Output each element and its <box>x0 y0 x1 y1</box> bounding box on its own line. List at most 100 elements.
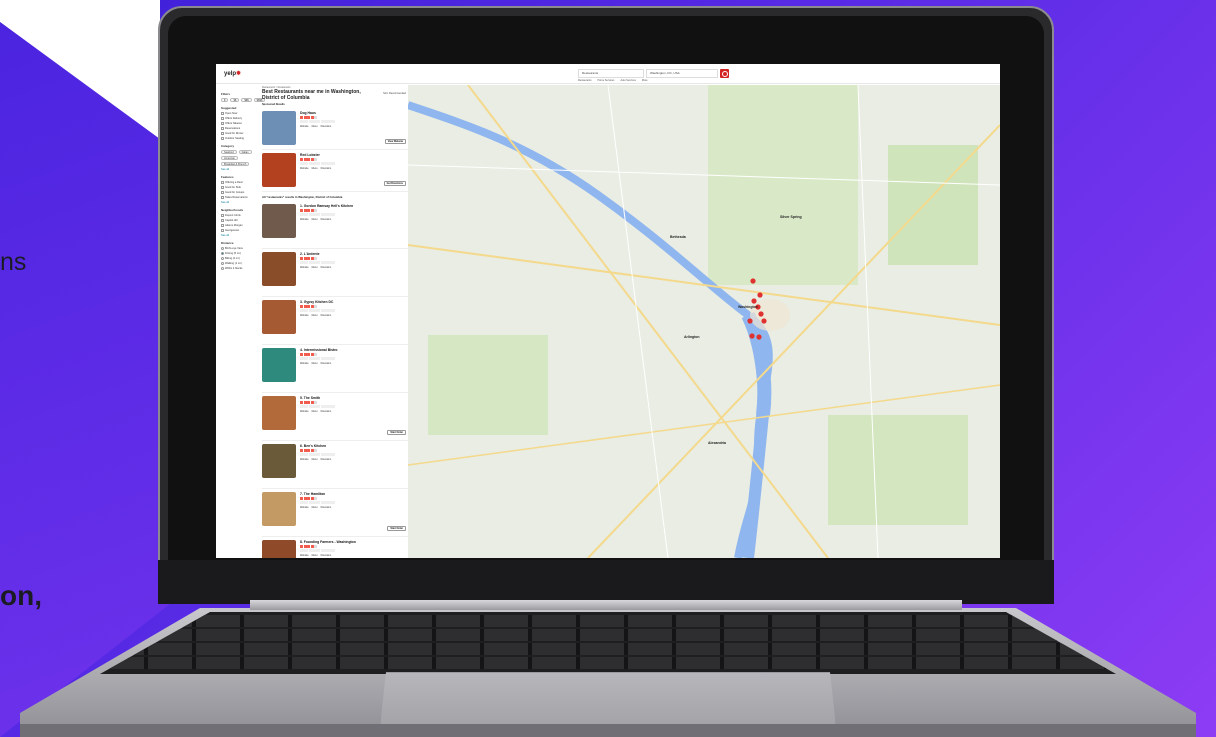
sort-dropdown[interactable]: Sort: Recommended <box>383 92 406 95</box>
card-action[interactable]: Directions <box>321 218 332 221</box>
category-tag[interactable] <box>300 309 308 312</box>
card-action[interactable]: Menu <box>312 458 318 461</box>
radio[interactable] <box>221 247 224 250</box>
category-tag[interactable] <box>321 357 335 360</box>
category-tag[interactable] <box>321 261 335 264</box>
filter-radio[interactable]: Walking (1 mi.) <box>221 262 259 265</box>
restaurant-photo[interactable] <box>262 348 296 382</box>
filter-radio[interactable]: Bird's-eye View <box>221 247 259 250</box>
price-option[interactable]: $ <box>221 98 229 102</box>
checkbox[interactable] <box>221 191 224 194</box>
category-tag[interactable] <box>309 213 320 216</box>
card-action[interactable]: Directions <box>321 167 332 170</box>
category-tag[interactable] <box>300 261 308 264</box>
card-action[interactable]: Directions <box>321 506 332 509</box>
card-action[interactable]: Directions <box>321 266 332 269</box>
checkbox[interactable] <box>221 127 224 130</box>
category-tag[interactable] <box>300 501 308 504</box>
category-tag[interactable] <box>300 120 308 123</box>
filter-checkbox[interactable]: Georgetown <box>221 229 259 232</box>
category-tag[interactable] <box>309 261 320 264</box>
subnav-item[interactable]: Home Services <box>597 79 614 84</box>
card-cta-button[interactable]: Start Order <box>387 430 406 435</box>
result-card[interactable]: Red Lobster Website Menu Directions Get Dire… <box>262 150 408 192</box>
filter-checkbox[interactable]: Good for Groups <box>221 191 259 194</box>
category-tag[interactable] <box>309 309 320 312</box>
radio[interactable] <box>221 267 224 270</box>
price-option[interactable]: $$ <box>230 98 240 102</box>
checkbox[interactable] <box>221 137 224 140</box>
search-button[interactable] <box>720 69 729 78</box>
card-action[interactable]: Directions <box>321 314 332 317</box>
filter-checkbox[interactable]: Capitol Hill <box>221 219 259 222</box>
category-tag[interactable] <box>300 357 308 360</box>
see-all-link[interactable]: See all <box>221 201 259 204</box>
restaurant-photo[interactable] <box>262 204 296 238</box>
filter-radio[interactable]: Within 4 blocks <box>221 267 259 270</box>
restaurant-name[interactable]: 3. Gypsy Kitchen DC <box>300 300 408 304</box>
result-card[interactable]: 5. The Smith Website Menu Directions Start O… <box>262 393 408 441</box>
restaurant-photo[interactable] <box>262 153 296 187</box>
category-pill[interactable]: Italian <box>238 150 252 154</box>
result-card[interactable]: Dog Haus Website Menu Directions View Websit… <box>262 108 408 150</box>
card-action[interactable]: Website <box>300 218 309 221</box>
restaurant-name[interactable]: 7. The Hamilton <box>300 492 408 496</box>
checkbox[interactable] <box>221 112 224 115</box>
radio[interactable] <box>221 262 224 265</box>
restaurant-name[interactable]: Red Lobster <box>300 153 408 157</box>
card-cta-button[interactable]: View Website <box>384 139 406 144</box>
restaurant-photo[interactable] <box>262 396 296 430</box>
filter-checkbox[interactable]: Offering a Deal <box>221 181 259 184</box>
card-action[interactable]: Directions <box>321 125 332 128</box>
subnav-item[interactable]: More <box>642 79 648 84</box>
result-card[interactable]: 7. The Hamilton Website Menu Directions Star… <box>262 489 408 537</box>
result-card[interactable]: 1. Gordon Ramsay Hell's Kitchen Website Me… <box>262 201 408 249</box>
category-tag[interactable] <box>300 453 308 456</box>
restaurant-photo[interactable] <box>262 300 296 334</box>
filter-checkbox[interactable]: Good for Kids <box>221 186 259 189</box>
restaurant-name[interactable]: 8. Founding Farmers - Washington <box>300 540 408 544</box>
result-card[interactable]: 4. Intermissional Bistro Website Menu Direc… <box>262 345 408 393</box>
category-tag[interactable] <box>321 309 335 312</box>
card-cta-button[interactable]: Get Directions <box>383 181 406 186</box>
card-action[interactable]: Website <box>300 125 309 128</box>
checkbox[interactable] <box>221 196 224 199</box>
category-tag[interactable] <box>300 405 308 408</box>
checkbox[interactable] <box>221 122 224 125</box>
restaurant-name[interactable]: Dog Haus <box>300 111 408 115</box>
card-cta-button[interactable]: Start Order <box>387 526 406 531</box>
price-option[interactable]: $$$ <box>241 98 252 102</box>
card-action[interactable]: Menu <box>312 362 318 365</box>
restaurant-name[interactable]: 2. L'Ardente <box>300 252 408 256</box>
category-tag[interactable] <box>321 120 335 123</box>
card-action[interactable]: Directions <box>321 410 332 413</box>
card-action[interactable]: Website <box>300 506 309 509</box>
restaurant-photo[interactable] <box>262 492 296 526</box>
category-tag[interactable] <box>321 162 335 165</box>
category-tag[interactable] <box>321 213 335 216</box>
checkbox[interactable] <box>221 219 224 222</box>
yelp-logo[interactable]: yelp✸ <box>224 70 241 77</box>
see-all-link[interactable]: See all <box>221 168 259 171</box>
card-action[interactable]: Menu <box>312 554 318 557</box>
category-pill[interactable]: Breakfast & Brunch <box>221 162 250 166</box>
checkbox[interactable] <box>221 132 224 135</box>
filter-checkbox[interactable]: Outdoor Seating <box>221 137 259 140</box>
card-action[interactable]: Website <box>300 458 309 461</box>
result-card[interactable]: 2. L'Ardente Website Menu Directions <box>262 249 408 297</box>
card-action[interactable]: Website <box>300 362 309 365</box>
card-action[interactable]: Website <box>300 410 309 413</box>
card-action[interactable]: Website <box>300 266 309 269</box>
filter-radio[interactable]: Driving (5 mi.) <box>221 252 259 255</box>
checkbox[interactable] <box>221 229 224 232</box>
category-tag[interactable] <box>300 213 308 216</box>
category-tag[interactable] <box>321 453 335 456</box>
card-action[interactable]: Menu <box>312 266 318 269</box>
category-tag[interactable] <box>309 162 320 165</box>
subnav-item[interactable]: Auto Services <box>620 79 635 84</box>
checkbox[interactable] <box>221 214 224 217</box>
result-card[interactable]: 8. Founding Farmers - Washington Website M… <box>262 537 408 558</box>
category-pill[interactable]: Seafood <box>221 150 237 154</box>
see-all-link[interactable]: See all <box>221 234 259 237</box>
result-card[interactable]: 6. Ben's Kitchen Website Menu Directions <box>262 441 408 489</box>
